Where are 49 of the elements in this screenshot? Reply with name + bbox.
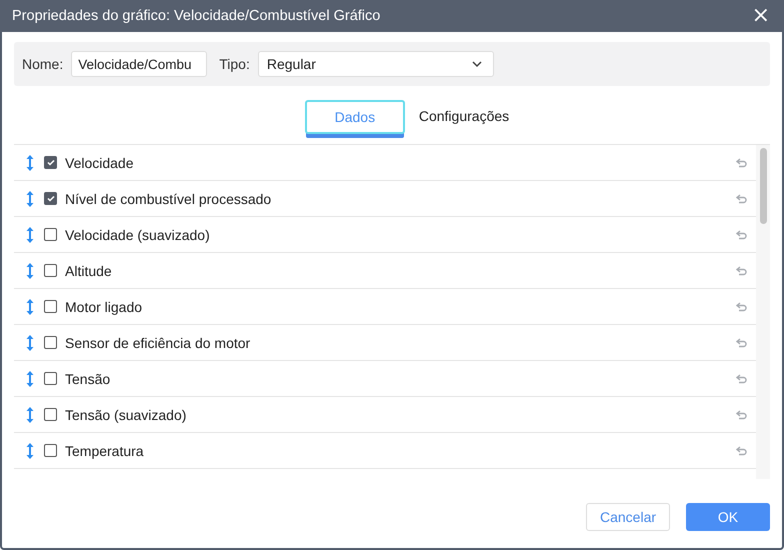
name-field[interactable]: Velocidade/Combu	[71, 51, 208, 77]
item-label: Velocidade	[65, 154, 135, 170]
checkbox[interactable]	[44, 156, 57, 169]
item-label: Tensão (suavizado)	[65, 406, 188, 422]
reset-icon[interactable]	[736, 302, 748, 312]
close-button[interactable]: ×	[748, 5, 774, 27]
reset-icon[interactable]	[736, 410, 748, 420]
drag-handle-icon	[26, 154, 34, 170]
window-title: Propriedades do gráfico: Velocidade/Combustível Gráfico	[12, 8, 380, 24]
item-label: Temperatura	[65, 442, 145, 458]
drag-handle-icon	[26, 262, 34, 278]
reset-icon[interactable]	[736, 194, 748, 204]
item-label: Altitude	[65, 262, 113, 278]
reset-icon[interactable]	[736, 230, 748, 240]
item-label: Nível de combustível processado	[65, 190, 272, 206]
chevron-down-icon	[470, 60, 483, 68]
check-icon	[46, 159, 54, 166]
item-label: Sensor de eficiência do motor	[65, 334, 252, 350]
item-label: Tensão	[65, 370, 112, 386]
checkbox[interactable]	[44, 336, 57, 349]
reset-icon[interactable]	[736, 446, 748, 456]
drag-handle-icon	[26, 406, 34, 422]
field-label: Tipo:	[219, 56, 250, 72]
drag-handle-icon	[26, 370, 34, 386]
reset-icon[interactable]	[736, 158, 748, 168]
checkbox[interactable]	[44, 192, 57, 205]
checkbox[interactable]	[44, 300, 57, 313]
checkbox[interactable]	[44, 408, 57, 421]
reset-icon[interactable]	[736, 374, 748, 384]
item-label: Motor ligado	[65, 298, 144, 314]
type-dropdown[interactable]: Regular	[258, 51, 494, 77]
checkbox[interactable]	[44, 372, 57, 385]
checkbox[interactable]	[44, 444, 57, 457]
reset-icon[interactable]	[736, 338, 748, 348]
check-icon	[46, 195, 54, 202]
drag-handle-icon	[26, 226, 34, 242]
drag-handle-icon	[26, 442, 34, 458]
ok-button[interactable]: OK	[686, 503, 770, 531]
scrollbar-thumb[interactable]	[760, 148, 766, 224]
item-label: Velocidade (suavizado)	[65, 226, 211, 242]
checkbox[interactable]	[44, 228, 57, 241]
drag-handle-icon	[26, 298, 34, 314]
drag-handle-icon	[26, 190, 34, 206]
scrollbar[interactable]	[756, 145, 770, 479]
field-label: Nome:	[22, 56, 64, 72]
drag-handle-icon	[26, 334, 34, 350]
cancel-button[interactable]: Cancelar	[586, 503, 670, 531]
checkbox[interactable]	[44, 264, 57, 277]
reset-icon[interactable]	[736, 266, 748, 276]
